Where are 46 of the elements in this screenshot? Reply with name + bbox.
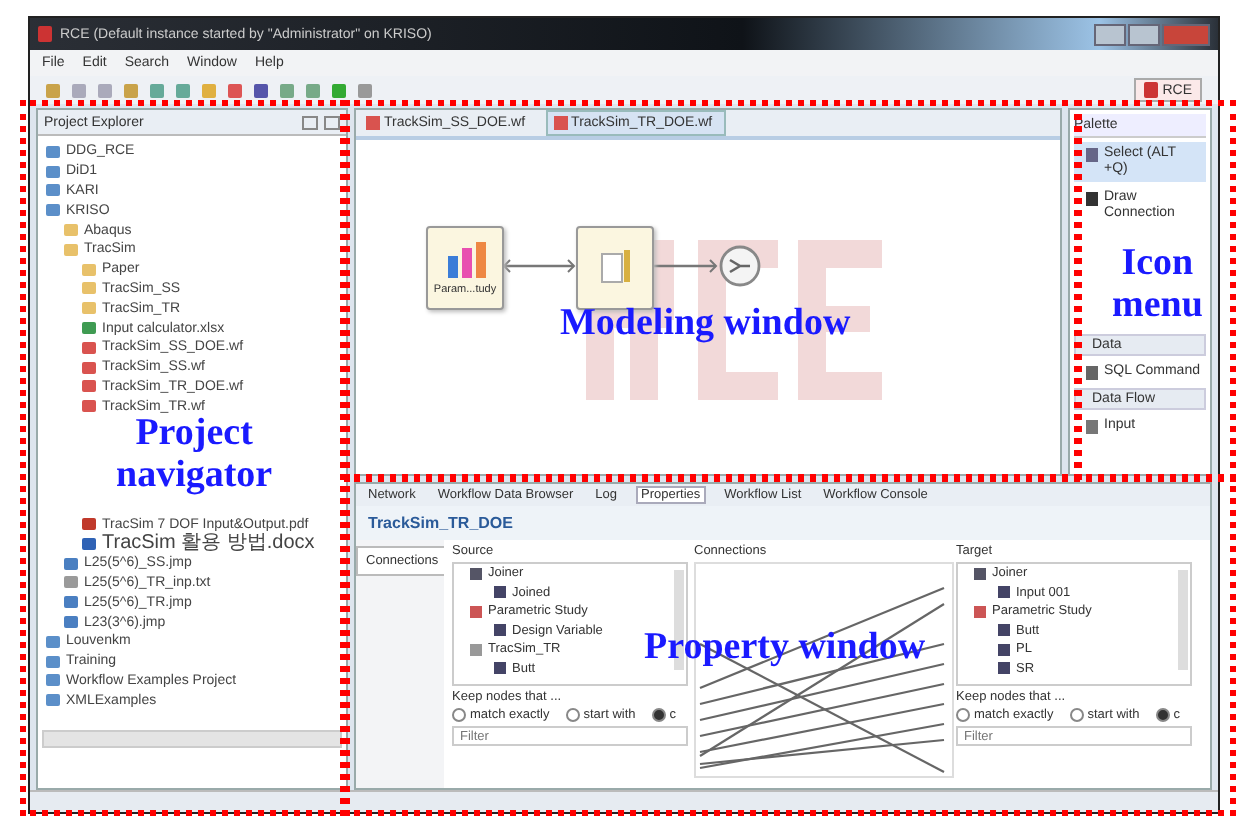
port-icon <box>494 624 506 637</box>
component-icon <box>470 643 482 656</box>
connector-arrow <box>652 258 718 274</box>
chart-icon <box>443 240 487 280</box>
radio-button[interactable] <box>1155 708 1170 722</box>
tool-icon <box>1086 192 1098 206</box>
connector-arrow <box>502 258 576 274</box>
tool-icon <box>1086 366 1098 380</box>
text-file-icon <box>64 576 78 589</box>
component-icon <box>974 605 986 618</box>
radio-button[interactable] <box>452 708 466 722</box>
app-icon <box>38 26 52 42</box>
port-icon <box>998 586 1010 599</box>
scrollbar[interactable] <box>1178 570 1188 670</box>
annotation-label: Icon menu <box>1112 242 1203 326</box>
app-icon <box>1144 82 1159 98</box>
joiner-node[interactable] <box>718 244 762 288</box>
scrollbar[interactable] <box>42 730 342 748</box>
annotation-label: Project navigator <box>116 412 273 496</box>
spreadsheet-icon <box>82 322 96 335</box>
component-icon <box>470 567 482 580</box>
document-icon <box>82 537 96 550</box>
annotation-label: Modeling window <box>560 302 851 344</box>
maximize-icon[interactable] <box>324 115 340 129</box>
workflow-node[interactable] <box>576 226 654 310</box>
component-icon <box>470 605 482 618</box>
component-icon <box>974 567 986 580</box>
tool-icon <box>1086 148 1098 162</box>
radio-button[interactable] <box>651 708 666 722</box>
port-icon <box>494 662 506 675</box>
radio-button[interactable] <box>956 708 970 722</box>
tool-icon <box>1086 420 1098 434</box>
tool-icon <box>597 248 633 288</box>
port-icon <box>494 586 506 599</box>
pdf-icon <box>82 518 96 531</box>
tree-item[interactable]: TracSim 활용 방법.docx <box>102 533 315 554</box>
radio-button[interactable] <box>1069 708 1084 722</box>
maximize-button[interactable] <box>1128 23 1160 45</box>
properties-title: TrackSim_TR_DOE <box>356 506 1210 540</box>
radio-button[interactable] <box>565 708 580 722</box>
minimize-icon[interactable] <box>302 115 318 129</box>
workflow-icon <box>366 116 380 130</box>
close-button[interactable] <box>1162 23 1210 45</box>
workflow-icon <box>553 116 568 130</box>
file-icon <box>64 557 78 570</box>
minimize-button[interactable] <box>1094 23 1126 45</box>
